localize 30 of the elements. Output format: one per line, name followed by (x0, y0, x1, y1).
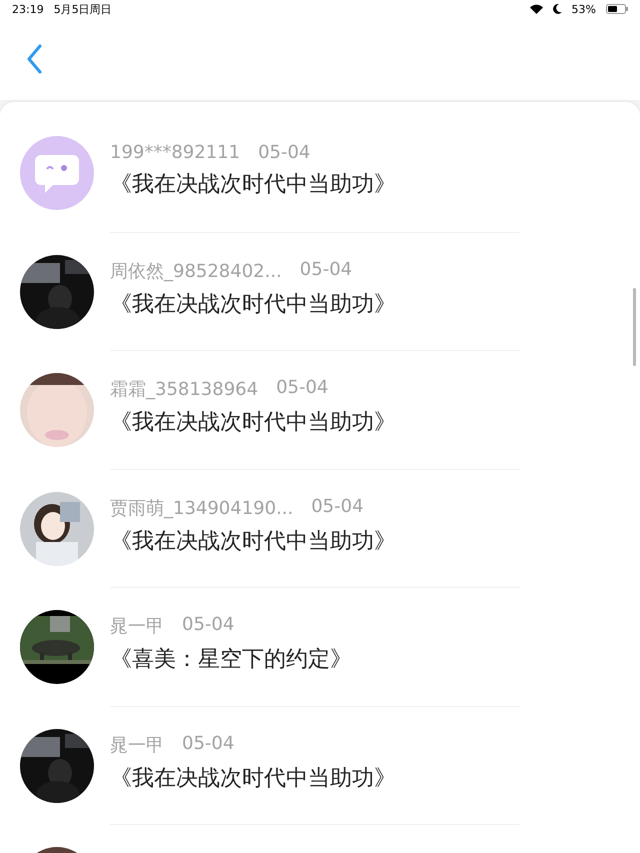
wifi-icon (530, 4, 543, 14)
book-title: 《喜美：星空下的约定》 (110, 646, 352, 674)
date: 05-04 (276, 377, 328, 400)
list-item[interactable]: 霜霜_358138964 05-04 《我在决战次时代中当助功》 (0, 351, 640, 470)
user-name: 晁一甲 (110, 615, 164, 638)
status-time: 23:19 (12, 2, 44, 16)
user-name: 贾雨萌_134904190... (110, 496, 294, 520)
user-name: 周依然_98528402... (110, 260, 282, 283)
date: 05-04 (311, 496, 364, 519)
list-item[interactable]: 晁一甲 05-04 《我在决战次时代中当助功》 (0, 706, 640, 825)
list-item[interactable]: 周依然_98528402... 05-04 《我在决战次时代中当助功》 (0, 232, 640, 351)
book-title: 《我在决战次时代中当助功》 (110, 170, 396, 199)
date: 05-04 (182, 732, 234, 756)
date: 05-04 (258, 142, 310, 163)
list-item[interactable]: 199***892111 05-04 《我在决战次时代中当助功》 (0, 114, 640, 232)
list-item[interactable]: 晁一甲 05-04 《喜美：星空下的约定》 (0, 588, 640, 706)
battery-icon (606, 4, 628, 14)
user-name: 晁一甲 (110, 734, 164, 757)
book-title: 《我在决战次时代中当助功》 (110, 528, 396, 556)
book-title: 《我在决战次时代中当助功》 (110, 764, 396, 793)
book-title: 《我在决战次时代中当助功》 (110, 290, 396, 319)
user-name: 199***892111 (110, 142, 240, 163)
list-item[interactable]: 贾雨萌_134904190... 05-04 《我在决战次时代中当助功》 (0, 470, 640, 588)
book-title: 《我在决战次时代中当助功》 (110, 409, 396, 438)
date: 05-04 (182, 614, 234, 638)
date: 05-04 (300, 258, 352, 282)
status-date: 5月5日周日 (54, 2, 112, 16)
user-name: 霜霜_358138964 (110, 378, 258, 402)
battery-percent: 53% (572, 2, 596, 16)
moon-icon (552, 4, 562, 14)
